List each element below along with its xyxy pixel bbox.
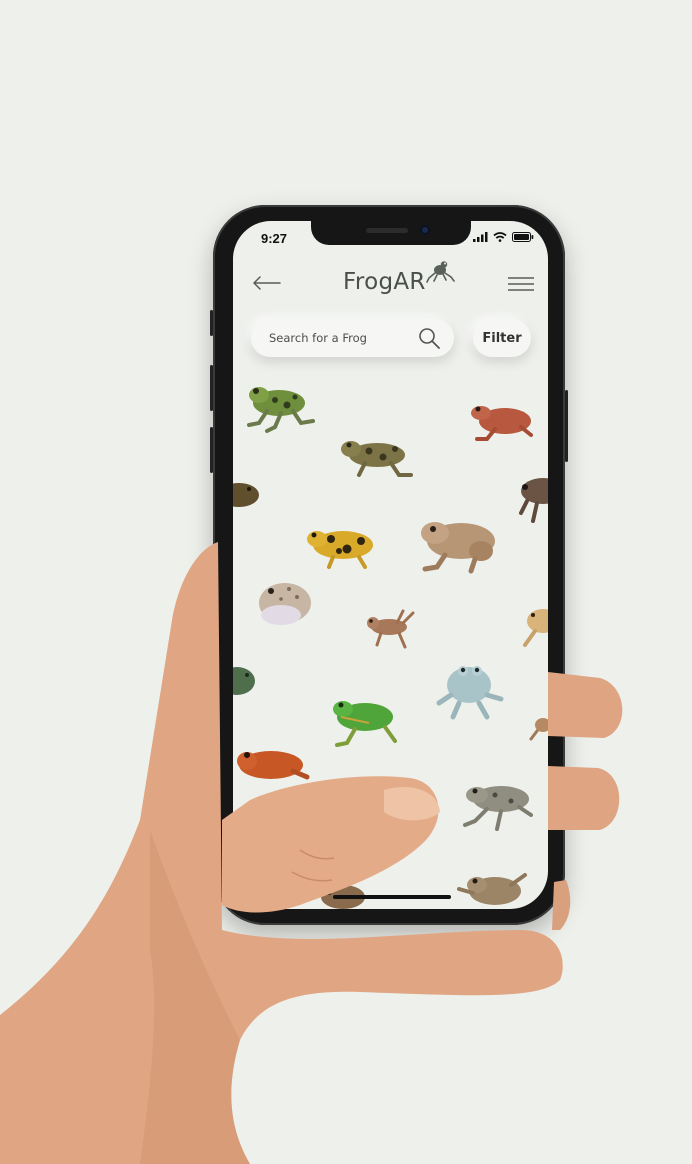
hamburger-menu-icon[interactable] [507, 275, 535, 293]
frog-yellow-black-spotted-icon[interactable] [303, 519, 379, 571]
frog-grey-toad-icon[interactable] [461, 775, 537, 837]
earpiece-speaker [366, 228, 408, 233]
frog-white-tree-icon[interactable] [433, 655, 507, 723]
frog-grid [233, 369, 548, 909]
frog-bottom-brown-icon[interactable] [315, 875, 371, 909]
frog-tan-icon[interactable] [453, 863, 533, 909]
front-camera [420, 225, 430, 235]
power-button [565, 390, 568, 462]
filter-button[interactable]: Filter [473, 319, 531, 357]
frog-red-tomato-icon[interactable] [233, 741, 311, 789]
status-time: 9:27 [261, 231, 288, 246]
frog-bright-green-icon[interactable] [329, 687, 403, 753]
app-title: FrogAR [343, 269, 426, 295]
search-input[interactable] [267, 330, 411, 346]
volume-up-button [210, 365, 213, 411]
app-header: FrogAR [233, 261, 548, 305]
frog-red-brown-icon[interactable] [465, 393, 537, 449]
frog-tan-toad-icon[interactable] [415, 511, 505, 575]
battery-icon [512, 232, 534, 242]
wifi-icon [493, 232, 507, 242]
magnifier-icon[interactable] [418, 327, 440, 349]
frog-partial-green-icon[interactable] [233, 659, 257, 703]
frog-grey-spotted-toad-icon[interactable] [251, 573, 317, 633]
volume-down-button [210, 427, 213, 473]
frog-partial-right-icon[interactable] [513, 469, 548, 529]
product-mockup: 9:27 FrogAR Search for a Frog Filter [0, 0, 692, 1164]
arrow-left-icon[interactable] [251, 273, 281, 293]
frog-partial-yellow-icon[interactable] [519, 599, 548, 651]
phone-screen: 9:27 FrogAR Search for a Frog Filter [233, 221, 548, 909]
notch [311, 221, 471, 245]
frog-logo-icon [426, 261, 455, 283]
status-icons [473, 232, 534, 242]
mute-switch [210, 310, 213, 336]
search-box [251, 319, 454, 357]
signal-icon [473, 232, 488, 242]
frog-partial-tiny-icon[interactable] [529, 707, 548, 751]
frog-partial-left-icon[interactable] [233, 477, 261, 513]
frog-green-spotted-icon[interactable] [241, 375, 317, 435]
frog-leopard-icon[interactable] [337, 429, 415, 483]
home-indicator [333, 895, 451, 899]
frog-small-brown-icon[interactable] [359, 603, 419, 655]
